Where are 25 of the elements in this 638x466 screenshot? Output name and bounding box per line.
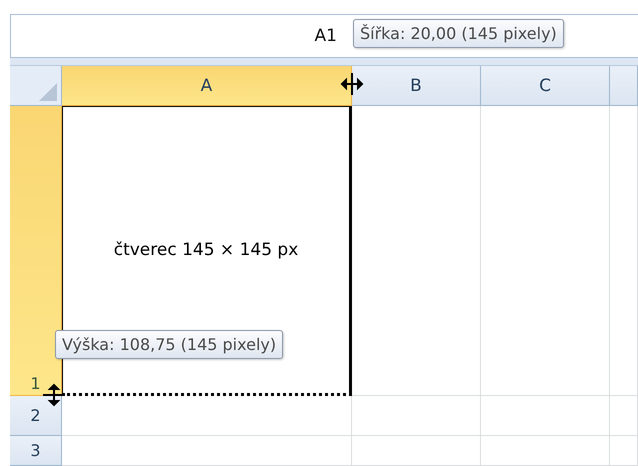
grid-cell[interactable] — [62, 396, 352, 436]
height-tooltip: Výška: 108,75 (145 pixely) — [55, 330, 284, 359]
grid-cell[interactable] — [481, 106, 610, 396]
column-header[interactable]: C — [481, 66, 610, 106]
grid-cell[interactable] — [610, 396, 638, 436]
column-header[interactable]: A — [62, 66, 352, 106]
grid-cell[interactable] — [352, 106, 481, 396]
column-header[interactable] — [610, 66, 638, 106]
grid-cell[interactable] — [610, 106, 638, 396]
triangle-icon — [39, 83, 57, 101]
select-all-corner[interactable] — [10, 66, 62, 106]
grid-cell[interactable] — [481, 436, 610, 466]
column-header[interactable]: B — [352, 66, 481, 106]
grid-cell[interactable] — [481, 396, 610, 436]
row-header[interactable]: 2 — [10, 396, 62, 436]
row-header[interactable]: 1 — [10, 106, 62, 396]
grid-cell[interactable] — [610, 436, 638, 466]
width-tooltip: Šířka: 20,00 (145 pixely) — [353, 19, 564, 48]
grid-cell[interactable] — [352, 396, 481, 436]
resize-cursor-icon — [340, 72, 364, 96]
name-box[interactable]: A1 — [11, 26, 337, 46]
row-header[interactable]: 3 — [10, 436, 62, 466]
grid-cell[interactable] — [62, 436, 352, 466]
grid-cell[interactable] — [352, 436, 481, 466]
cell-text: čtverec 145 × 145 px — [114, 240, 298, 260]
